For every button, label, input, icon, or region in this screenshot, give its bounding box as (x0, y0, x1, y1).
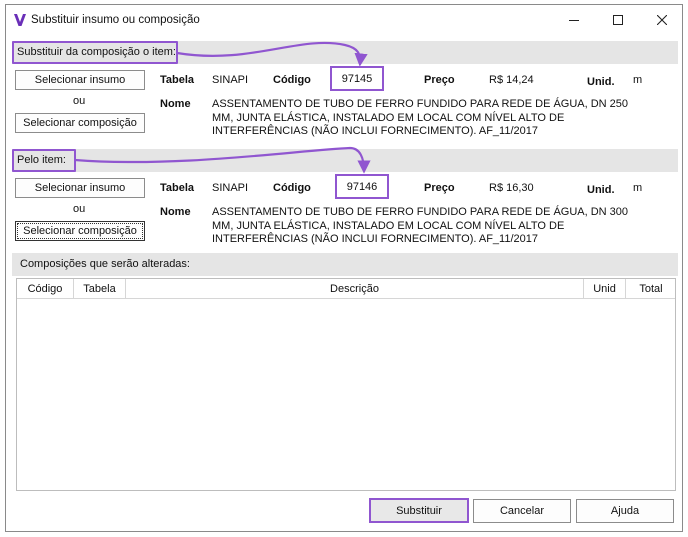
target-price-label: Preço (424, 182, 455, 194)
column-header-unit[interactable]: Unid (584, 279, 626, 299)
window-title: Substituir insumo ou composição (31, 14, 200, 26)
minimize-icon (569, 20, 579, 21)
target-select-input-button[interactable]: Selecionar insumo (15, 178, 145, 198)
source-price-label: Preço (424, 74, 455, 86)
replace-button[interactable]: Substituir (369, 498, 469, 523)
app-logo-icon (14, 14, 26, 26)
close-icon (657, 15, 667, 25)
help-button[interactable]: Ajuda (576, 499, 674, 523)
source-name-value: ASSENTAMENTO DE TUBO DE FERRO FUNDIDO PA… (212, 98, 629, 137)
target-section-label: Pelo item: (17, 154, 66, 166)
target-section-header (12, 149, 678, 172)
target-code-label: Código (273, 182, 311, 194)
target-name-value: ASSENTAMENTO DE TUBO DE FERRO FUNDIDO PA… (212, 206, 629, 245)
source-unit-value: m (633, 74, 643, 86)
source-table-label: Tabela (160, 74, 195, 86)
source-code-value-box: 97145 (330, 66, 384, 91)
affected-compositions-grid[interactable]: Código Tabela Descrição Unid Total (16, 278, 676, 491)
minimize-button[interactable] (552, 5, 596, 35)
target-unit-label: Unid. (587, 184, 615, 196)
column-header-total[interactable]: Total (626, 279, 676, 299)
close-button[interactable] (640, 5, 684, 35)
target-table-label: Tabela (160, 182, 195, 194)
target-or-label: ou (73, 203, 86, 215)
dialog-window: Substituir insumo ou composição Substitu… (5, 4, 683, 532)
column-header-description[interactable]: Descrição (126, 279, 584, 299)
source-code-value: 97145 (341, 72, 373, 85)
title-bar: Substituir insumo ou composição (6, 5, 682, 35)
target-code-value-box: 97146 (335, 174, 389, 199)
target-table-value: SINAPI (212, 182, 249, 194)
source-name-label: Nome (160, 98, 191, 110)
source-price-value: R$ 14,24 (489, 74, 534, 86)
source-select-input-button[interactable]: Selecionar insumo (15, 70, 145, 90)
affected-section-label: Composições que serão alteradas: (20, 258, 190, 270)
cancel-button[interactable]: Cancelar (473, 499, 571, 523)
source-code-label: Código (273, 74, 311, 86)
target-code-value: 97146 (346, 180, 378, 193)
target-unit-value: m (633, 182, 643, 194)
target-name-label: Nome (160, 206, 191, 218)
source-section-label: Substituir da composição o item: (17, 46, 176, 58)
grid-header: Código Tabela Descrição Unid Total (17, 279, 675, 299)
maximize-icon (613, 15, 623, 25)
maximize-button[interactable] (596, 5, 640, 35)
target-select-composition-button[interactable]: Selecionar composição (15, 221, 145, 241)
source-select-composition-button[interactable]: Selecionar composição (15, 113, 145, 133)
source-table-value: SINAPI (212, 74, 249, 86)
source-or-label: ou (73, 95, 86, 107)
column-header-code[interactable]: Código (17, 279, 74, 299)
source-unit-label: Unid. (587, 76, 615, 88)
target-price-value: R$ 16,30 (489, 182, 534, 194)
column-header-table[interactable]: Tabela (74, 279, 126, 299)
